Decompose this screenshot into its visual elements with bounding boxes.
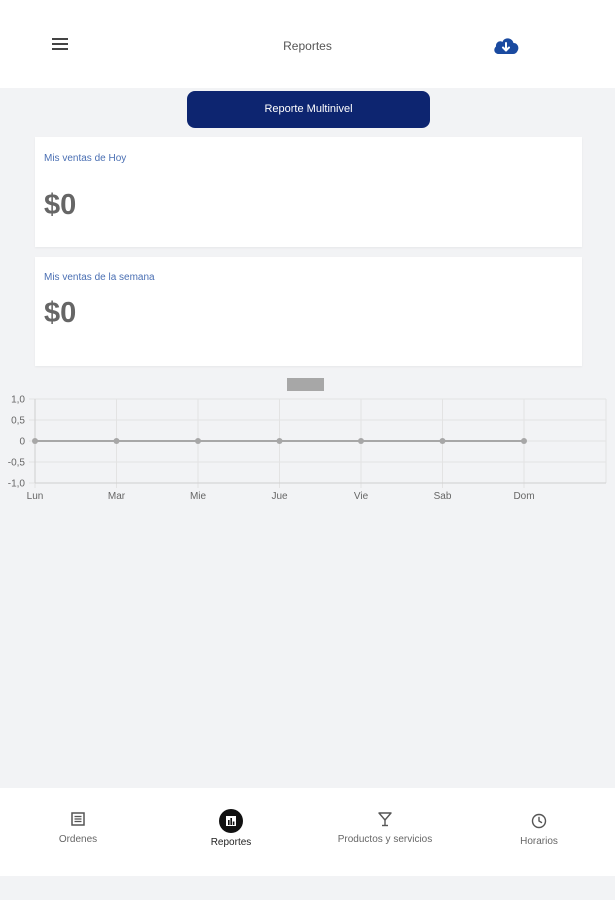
- app-header: Reportes: [0, 0, 615, 88]
- chart-y-tick-label: 0,5: [11, 416, 25, 427]
- sales-today-card: Mis ventas de Hoy $0: [35, 137, 582, 247]
- cocktail-glass-icon: [378, 812, 392, 827]
- chart-y-tick-label: -0,5: [8, 458, 26, 469]
- clock-icon: [531, 813, 547, 829]
- sales-week-card: Mis ventas de la semana $0: [35, 257, 582, 366]
- bar-chart-icon: [219, 809, 243, 833]
- chart-x-tick-label: Mie: [190, 491, 207, 502]
- nav-reportes-label: Reportes: [210, 837, 252, 848]
- sales-week-label: Mis ventas de la semana: [44, 272, 155, 283]
- chart-data-point: [276, 438, 283, 444]
- chart-data-point: [521, 438, 527, 444]
- nav-horarios[interactable]: Horarios: [489, 788, 589, 876]
- chart-y-tick-label: -1,0: [8, 479, 26, 490]
- chart-x-tick-label: Mar: [108, 491, 126, 502]
- chart-y-tick-label: 0: [19, 437, 25, 448]
- chart-y-tick-label: 1,0: [11, 395, 25, 406]
- chart-data-point: [32, 438, 38, 444]
- list-icon: [71, 812, 85, 826]
- nav-ordenes-label: Ordenes: [58, 834, 98, 845]
- nav-reportes[interactable]: Reportes: [181, 788, 281, 876]
- nav-horarios-label: Horarios: [520, 836, 558, 847]
- sales-today-value: $0: [44, 189, 77, 221]
- cloud-download-icon[interactable]: [492, 34, 520, 56]
- chart-x-tick-label: Sab: [434, 491, 452, 502]
- nav-productos-label: Productos y servicios: [337, 834, 433, 845]
- sales-week-value: $0: [44, 297, 77, 329]
- chart-data-point: [358, 438, 364, 444]
- nav-productos-servicios[interactable]: Productos y servicios: [320, 788, 450, 876]
- chart-x-tick-label: Jue: [271, 491, 288, 502]
- chart-data-point: [195, 438, 201, 444]
- weekly-sales-chart: 1,0 0,5 0 -0,5 -1,0Lun Mar Mie Jue Vie Sab Dom: [8, 395, 607, 502]
- chart-x-tick-label: Lun: [27, 491, 44, 502]
- page-title: Reportes: [283, 39, 332, 53]
- chart-x-tick-label: Dom: [513, 491, 534, 502]
- bottom-navigation: Ordenes Reportes Productos y servicios H…: [0, 788, 615, 876]
- sales-today-label: Mis ventas de Hoy: [44, 153, 127, 164]
- nav-ordenes[interactable]: Ordenes: [28, 788, 128, 876]
- chart-data-point: [113, 438, 120, 444]
- reporte-multinivel-button[interactable]: Reporte Multinivel: [187, 91, 430, 128]
- chart-data-point: [439, 438, 446, 444]
- chart-x-tick-label: Vie: [354, 491, 369, 502]
